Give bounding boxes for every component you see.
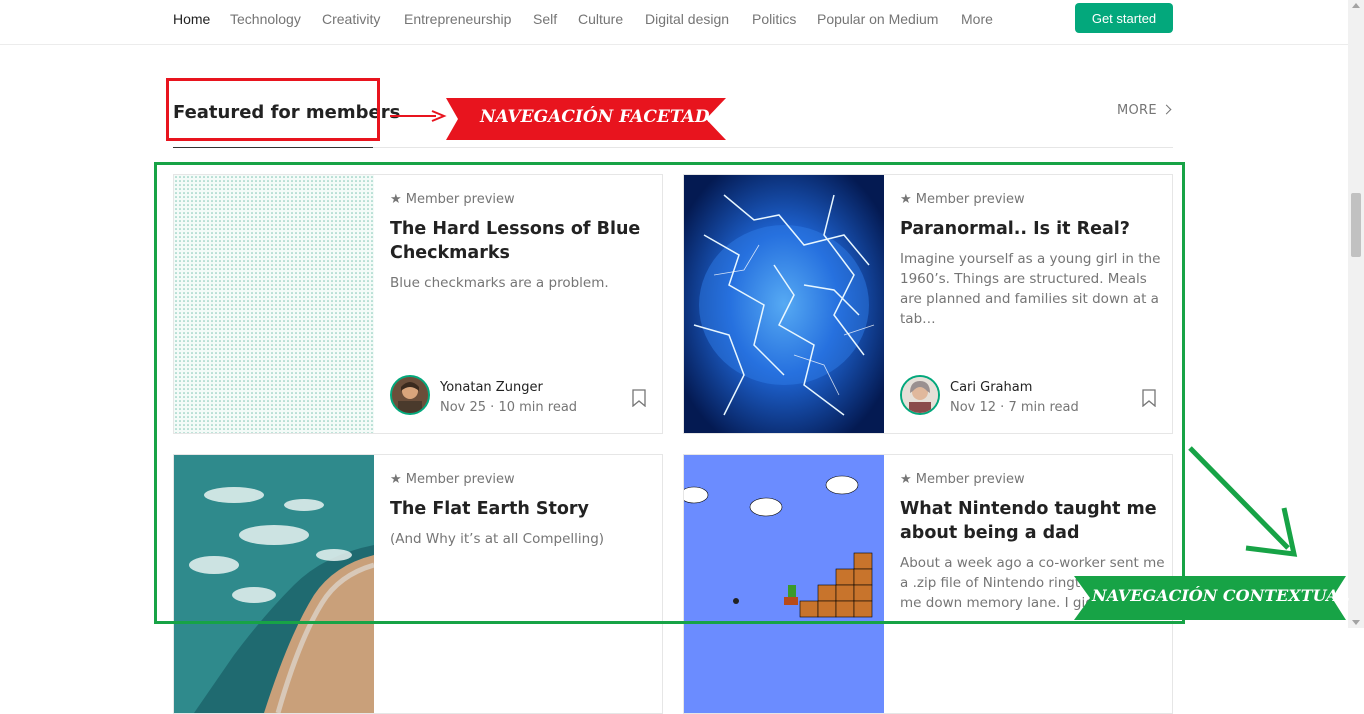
contextual-highlight-box: [154, 162, 1185, 624]
nav-item-popular[interactable]: Popular on Medium: [817, 11, 938, 27]
nav-item-politics[interactable]: Politics: [752, 11, 796, 27]
nav-item-technology[interactable]: Technology: [230, 11, 301, 27]
nav-item-digital-design[interactable]: Digital design: [645, 11, 729, 27]
nav-item-culture[interactable]: Culture: [578, 11, 623, 27]
top-navigation: Home Technology Creativity Entrepreneurs…: [0, 0, 1348, 45]
scrollbar[interactable]: [1348, 0, 1364, 628]
nav-item-self[interactable]: Self: [533, 11, 557, 27]
chevron-right-icon: [1161, 104, 1172, 115]
nav-item-more[interactable]: More: [961, 11, 993, 27]
section-underline: [173, 147, 373, 148]
nav-item-creativity[interactable]: Creativity: [322, 11, 380, 27]
scroll-thumb[interactable]: [1351, 193, 1361, 257]
more-link[interactable]: MORE: [1117, 103, 1172, 118]
green-arrow-icon: [1188, 446, 1298, 557]
faceted-highlight-box: [166, 78, 380, 141]
scroll-up-arrow-icon[interactable]: [1352, 3, 1360, 8]
contextual-navigation-label: NAVEGACIÓN CONTEXTUAL: [1092, 586, 1350, 605]
faceted-navigation-label: NAVEGACIÓN FACETADA: [480, 107, 723, 127]
get-started-button[interactable]: Get started: [1075, 3, 1173, 33]
red-arrow-icon: [390, 110, 447, 122]
nav-item-home[interactable]: Home: [173, 11, 210, 27]
more-label[interactable]: MORE: [1117, 103, 1157, 118]
section-divider: [373, 147, 1173, 148]
scroll-down-arrow-icon[interactable]: [1352, 620, 1360, 625]
nav-item-entrepreneurship[interactable]: Entrepreneurship: [404, 11, 511, 27]
